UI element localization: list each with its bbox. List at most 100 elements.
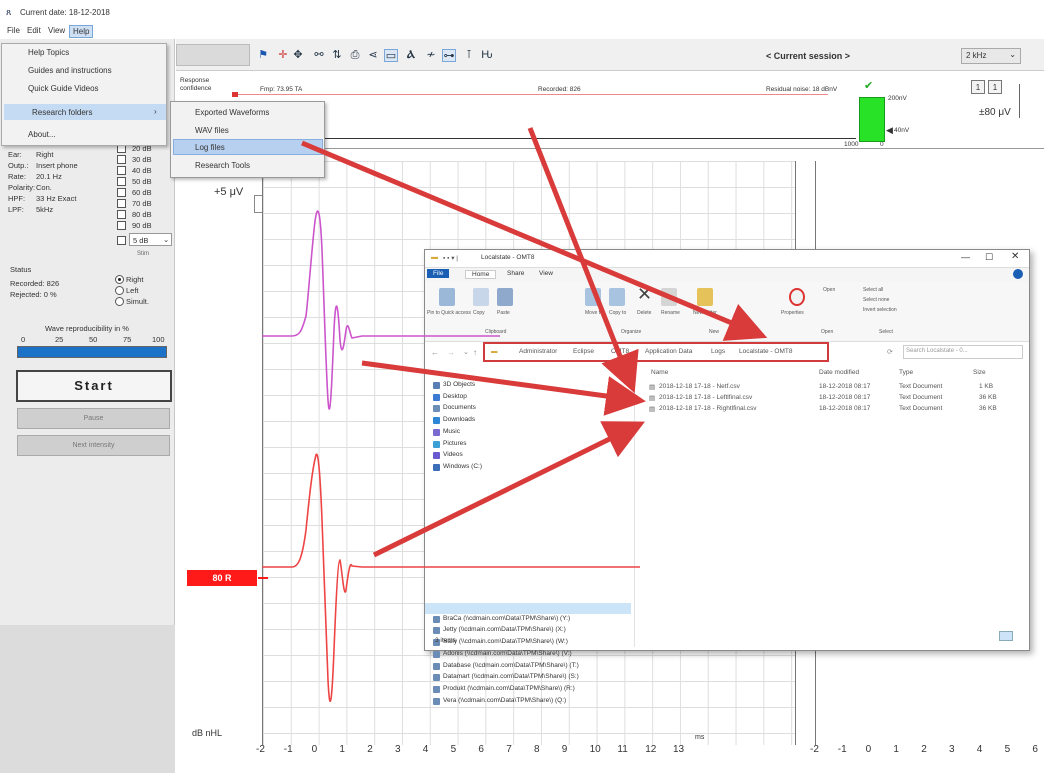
toggle-icon[interactable]: ▭ [384,49,398,62]
menu-item-guides[interactable]: Guides and instructions [28,66,112,75]
properties-icon[interactable] [789,288,805,306]
nav-item[interactable]: Jetty (\\cdmain.com\Data\TPM\Share\) (X:… [443,626,566,633]
nav-item[interactable]: Adonis (\\cdmain.com\Data\TPM\Share\) (V… [443,650,572,657]
submenu-item-log-files[interactable]: Log files [195,143,225,152]
paste-icon[interactable] [497,288,513,306]
breadcrumb[interactable]: OMT8 [611,348,629,355]
submenu-item-research-tools[interactable]: Research Tools [195,161,250,170]
channel-button-b[interactable]: 1 [988,80,1002,94]
menu-item-research-folders[interactable]: Research folders [32,108,92,117]
breadcrumb[interactable]: Application Data [645,348,692,355]
file-row[interactable]: ▤ 2018-12-18 17-18 - Leftlfinal.csv 18-12-… [649,394,1029,405]
nav-item[interactable]: Pictures [443,440,466,447]
nav-item[interactable]: Videos [443,451,463,458]
breadcrumb[interactable]: Administrator [519,348,557,355]
copy-icon[interactable] [473,288,489,306]
tab-view[interactable]: View [539,270,553,277]
step-select[interactable]: 5 dB ⌄ [129,233,172,246]
column-header-name[interactable]: Name [651,369,668,376]
copy-to-icon[interactable] [609,288,625,306]
recent-icon[interactable]: ⌄ [463,348,469,356]
next-intensity-button[interactable]: Next intensity [17,435,170,456]
level-checkbox-30[interactable] [117,155,126,164]
search-input[interactable]: Search Localstate - 0... [903,345,1023,359]
nav-item[interactable]: Sally (\\cdmain.com\Data\TPM\Share\) (W:… [443,638,568,645]
move-icon[interactable]: ✥ [291,49,305,62]
compare-icon[interactable]: ⇅ [330,49,344,62]
marker-icon[interactable]: Ⲁ [404,49,418,62]
level-checkbox-40[interactable] [117,166,126,175]
move-to-icon[interactable] [585,288,601,306]
column-header-date[interactable]: Date modified [819,369,859,376]
share-icon[interactable]: ⋖ [366,49,380,62]
ear-radio-right[interactable] [115,275,124,284]
menu-view[interactable]: View [45,25,68,36]
menu-file[interactable]: File [4,25,23,36]
level-checkbox-80[interactable] [117,210,126,219]
forward-icon[interactable]: → [447,348,455,357]
nav-item[interactable]: Datamart (\\cdmain.com\Data\TPM\Share\) … [443,673,579,680]
tab-file[interactable]: File [427,269,450,278]
baseline-icon[interactable]: ⊶ [442,49,456,62]
nav-item[interactable]: BraCa (\\cdmain.com\Data\TPM\Share\) (Y:… [443,615,570,622]
start-button[interactable]: Start [16,370,172,402]
menu-item-about[interactable]: About... [28,130,56,139]
level-checkbox-90[interactable] [117,221,126,230]
level-checkbox-60[interactable] [117,188,126,197]
new-folder-icon[interactable] [697,288,713,306]
frequency-select[interactable]: 2 kHz ⌄ [961,48,1021,64]
back-icon[interactable]: ← [431,348,439,357]
help-icon[interactable] [1013,269,1023,279]
print-icon[interactable]: ⎙ [348,49,362,62]
rename-icon[interactable] [661,288,677,306]
submenu-item-wav-files[interactable]: WAV files [195,126,229,135]
nav-item[interactable]: Produkt (\\cdmain.com\Data\TPM\Share\) (… [443,685,575,692]
session-navigator[interactable]: < Current session > [766,51,850,61]
file-row[interactable]: ▤ 2018-12-18 17-18 - Rightlfinal.csv 18-12… [649,405,1029,416]
filter-icon[interactable]: ⊺ [462,49,476,62]
tab-home[interactable]: Home [465,270,497,279]
wave-icon[interactable]: ≁ [424,49,438,62]
nav-item[interactable]: Vera (\\cdmain.com\Data\TPM\Share\) (Q:) [443,697,566,704]
step-checkbox[interactable] [117,236,126,245]
nav-item[interactable]: Database (\\cdmain.com\Data\TPM\Share\) … [443,662,579,669]
refresh-icon[interactable]: ⟳ [887,348,893,356]
column-header-size[interactable]: Size [973,369,986,376]
level-checkbox-50[interactable] [117,177,126,186]
menu-help[interactable]: Help [69,25,94,38]
chart-icon[interactable]: ⚯ [312,49,326,62]
address-bar[interactable]: ▬ Administrator Eclipse OMT8 Application… [483,342,829,362]
nav-item[interactable]: Documents [443,404,476,411]
minimize-icon[interactable]: — [961,252,970,262]
delete-icon[interactable]: ✕ [637,284,652,305]
level-tag[interactable]: 80 R [187,570,257,586]
nav-item[interactable]: Desktop [443,393,467,400]
cursor-icon[interactable]: ✛ [276,49,290,62]
menu-edit[interactable]: Edit [24,25,44,36]
nav-item[interactable]: Downloads [443,416,475,423]
breadcrumb[interactable]: Eclipse [573,348,594,355]
submenu-item-exported-waveforms[interactable]: Exported Waveforms [195,108,269,117]
pause-button[interactable]: Pause [17,408,170,429]
nav-item[interactable]: Music [443,428,460,435]
column-header-type[interactable]: Type [899,369,913,376]
tab-share[interactable]: Share [507,270,524,277]
maximize-icon[interactable]: ☐ [985,252,993,263]
menu-item-help-topics[interactable]: Help Topics [28,48,69,57]
latency-icon[interactable]: Ԋ [480,49,494,62]
channel-button-a[interactable]: 1 [971,80,985,94]
nav-item[interactable]: Windows (C:) [443,463,482,470]
flag-icon[interactable]: ⚑ [256,49,270,62]
breadcrumb[interactable]: Localstate - OMT8 [739,348,792,355]
details-view-icon[interactable] [999,631,1013,641]
file-row[interactable]: ▤ 2018-12-18 17-18 - Netf.csv 18-12-2018 0… [649,383,1029,394]
breadcrumb[interactable]: Logs [711,348,725,355]
nav-item[interactable]: 3D Objects [443,381,475,388]
close-icon[interactable]: ✕ [1011,251,1019,262]
ear-radio-left[interactable] [115,286,124,295]
menu-item-quick-guide-videos[interactable]: Quick Guide Videos [28,84,99,93]
up-icon[interactable]: ↑ [473,348,477,357]
pin-icon[interactable] [439,288,455,306]
level-checkbox-70[interactable] [117,199,126,208]
ear-radio-simult[interactable] [115,297,124,306]
